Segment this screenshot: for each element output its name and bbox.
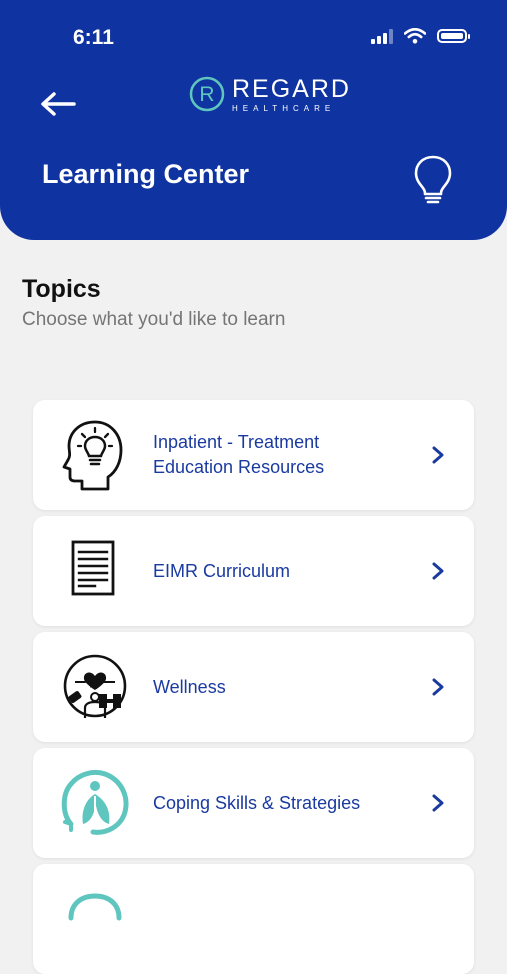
partial-teal-icon bbox=[68, 893, 122, 921]
document-list-icon bbox=[71, 540, 115, 596]
topic-card-inpatient[interactable]: Inpatient - Treatment Education Resource… bbox=[33, 400, 474, 510]
page-title: Learning Center bbox=[42, 159, 250, 189]
topic-label: Coping Skills & Strategies bbox=[153, 792, 361, 813]
regard-logo: R REGARD HEALTHCARE bbox=[188, 75, 351, 113]
section-title: Topics bbox=[22, 275, 101, 303]
app-header: 6:11 R REGARD HEALTHCARE Learning Center bbox=[0, 0, 507, 240]
section-subtitle: Choose what you'd like to learn bbox=[22, 309, 286, 330]
logo-sub-text: HEALTHCARE bbox=[232, 103, 336, 113]
topic-label: EIMR Curriculum bbox=[153, 560, 291, 581]
lightbulb-icon[interactable] bbox=[410, 153, 456, 205]
chevron-right-icon bbox=[432, 446, 444, 464]
battery-icon bbox=[437, 29, 470, 43]
status-time: 6:11 bbox=[73, 26, 114, 49]
svg-text:R: R bbox=[199, 83, 214, 106]
wellness-icon bbox=[63, 654, 127, 718]
topic-card-wellness[interactable]: Wellness bbox=[33, 632, 474, 742]
logo-main-text: REGARD bbox=[232, 74, 351, 103]
back-arrow-icon[interactable] bbox=[38, 88, 78, 120]
logo-r-icon: R bbox=[189, 76, 225, 112]
chevron-right-icon bbox=[432, 794, 444, 812]
topic-card-coping[interactable]: Coping Skills & Strategies bbox=[33, 748, 474, 858]
chevron-right-icon bbox=[432, 678, 444, 696]
topic-card-eimr[interactable]: EIMR Curriculum bbox=[33, 516, 474, 626]
wifi-icon bbox=[404, 28, 426, 44]
topic-label: Inpatient - Treatment Education Resource… bbox=[153, 432, 325, 477]
topic-label: Wellness bbox=[153, 676, 226, 697]
signal-icon bbox=[371, 28, 393, 44]
status-icons bbox=[371, 28, 470, 44]
head-lightbulb-icon bbox=[62, 420, 123, 491]
chevron-right-icon bbox=[432, 562, 444, 580]
coping-leaf-icon bbox=[61, 769, 129, 835]
topic-card-partial[interactable] bbox=[33, 864, 474, 974]
